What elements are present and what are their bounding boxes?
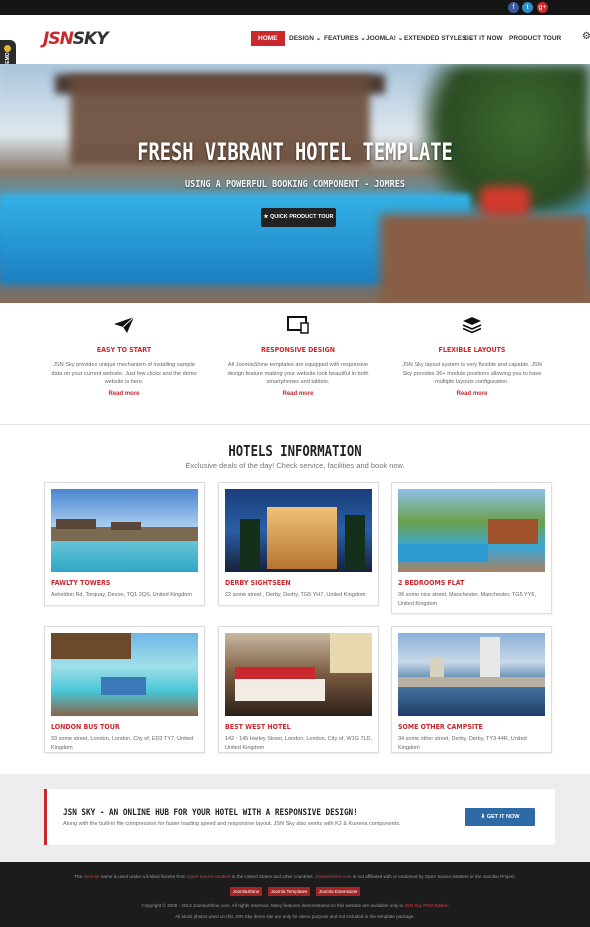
footer-link[interactable]: Joomla! bbox=[83, 874, 99, 879]
hotel-image[interactable] bbox=[51, 633, 198, 716]
footer-copyright: Copyright © 2008 - 2013 JoomlaShine.com.… bbox=[141, 903, 449, 908]
footer-tag[interactable]: Joomla Templates bbox=[267, 887, 311, 896]
hotel-image[interactable] bbox=[398, 489, 545, 572]
twitter-icon[interactable]: t bbox=[522, 2, 533, 13]
hotel-card[interactable]: FAWLTY TOWERS Asheldon Rd, Torquay, Devo… bbox=[44, 482, 205, 606]
read-more-link[interactable]: Read more bbox=[223, 391, 373, 397]
hotel-card[interactable]: 2 BEDROOMS FLAT 99 some nice street, Man… bbox=[391, 482, 552, 614]
nav-joomla[interactable]: JOOMLA! ⌄ bbox=[366, 31, 403, 46]
gear-icon[interactable]: ⚙ bbox=[582, 31, 590, 42]
nav-features[interactable]: FEATURES ⌄ bbox=[324, 31, 366, 46]
header: JSNSKY HOME DESIGN ⌄ FEATURES ⌄ JOOMLA! … bbox=[0, 15, 590, 64]
footer-tag[interactable]: Joomla Extensions bbox=[315, 887, 361, 896]
footer: The Joomla! name is used under a limited… bbox=[0, 862, 590, 927]
footer-stock-note: All stock photos used on this JSN Sky de… bbox=[175, 914, 415, 919]
hotels-section: HOTELS INFORMATION Exclusive deals of th… bbox=[0, 425, 590, 774]
site-logo[interactable]: JSNSKY bbox=[43, 29, 109, 49]
footer-license-text: The Joomla! name is used under a limited… bbox=[74, 874, 516, 879]
footer-link[interactable]: JSN Sky PRO Edition bbox=[404, 903, 448, 908]
nav-get-it-now[interactable]: GET IT NOW bbox=[464, 31, 503, 46]
hotel-image[interactable] bbox=[225, 489, 372, 572]
hotels-title: HOTELS INFORMATION bbox=[228, 442, 362, 460]
hero-banner: FRESH VIBRANT HOTEL TEMPLATE USING A POW… bbox=[0, 64, 590, 303]
paper-plane-icon bbox=[111, 316, 137, 336]
hotel-card[interactable]: SOME OTHER CAMPSITE 34 some other street… bbox=[391, 626, 552, 753]
hotel-card[interactable]: BEST WEST HOTEL 142 - 145 Harley Street,… bbox=[218, 626, 379, 753]
cta-section: JSN SKY - AN ONLINE HUB FOR YOUR HOTEL W… bbox=[0, 774, 590, 862]
footer-link[interactable]: JoomlaShine.com bbox=[315, 874, 352, 879]
nav-design[interactable]: DESIGN ⌄ bbox=[289, 31, 321, 46]
cta-box: JSN SKY - AN ONLINE HUB FOR YOUR HOTEL W… bbox=[44, 789, 555, 845]
hero-title: FRESH VIBRANT HOTEL TEMPLATE bbox=[137, 138, 453, 166]
read-more-link[interactable]: Read more bbox=[49, 391, 199, 397]
hotel-card[interactable]: DERBY SIGHTSEEN 22 some street , Derby, … bbox=[218, 482, 379, 606]
footer-tag[interactable]: JoomlaShine bbox=[229, 887, 263, 896]
hero-lounger bbox=[480, 186, 530, 216]
get-it-now-button[interactable]: ⬇ GET IT NOW bbox=[465, 808, 535, 826]
cta-title: JSN SKY - AN ONLINE HUB FOR YOUR HOTEL W… bbox=[63, 808, 358, 818]
facebook-icon[interactable]: f bbox=[508, 2, 519, 13]
quick-product-tour-button[interactable]: ★ QUICK PRODUCT TOUR bbox=[261, 208, 336, 227]
features-section: EASY TO START JSN Sky provides unique me… bbox=[0, 303, 590, 425]
cta-text: Along with the built-in file compression… bbox=[63, 821, 401, 827]
footer-tags: JoomlaShine Joomla Templates Joomla Exte… bbox=[0, 887, 590, 896]
devices-icon bbox=[285, 316, 311, 336]
hero-deck bbox=[380, 214, 590, 303]
google-plus-icon[interactable]: g+ bbox=[537, 2, 548, 13]
nav-home[interactable]: HOME bbox=[251, 31, 285, 46]
layers-icon bbox=[459, 316, 485, 336]
nav-product-tour[interactable]: PRODUCT TOUR bbox=[509, 31, 561, 46]
top-bar: f t g+ bbox=[0, 0, 590, 15]
footer-link[interactable]: Open Source Matters bbox=[187, 874, 231, 879]
hotel-image[interactable] bbox=[398, 633, 545, 716]
hotel-card[interactable]: LONDON BUS TOUR 33 some street, London, … bbox=[44, 626, 205, 753]
read-more-link[interactable]: Read more bbox=[397, 391, 547, 397]
hotel-image[interactable] bbox=[51, 489, 198, 572]
hotels-subtitle: Exclusive deals of the day! Check servic… bbox=[185, 461, 405, 470]
hotel-image[interactable] bbox=[225, 633, 372, 716]
hero-subtitle: USING A POWERFUL BOOKING COMPONENT - JOM… bbox=[184, 179, 406, 190]
